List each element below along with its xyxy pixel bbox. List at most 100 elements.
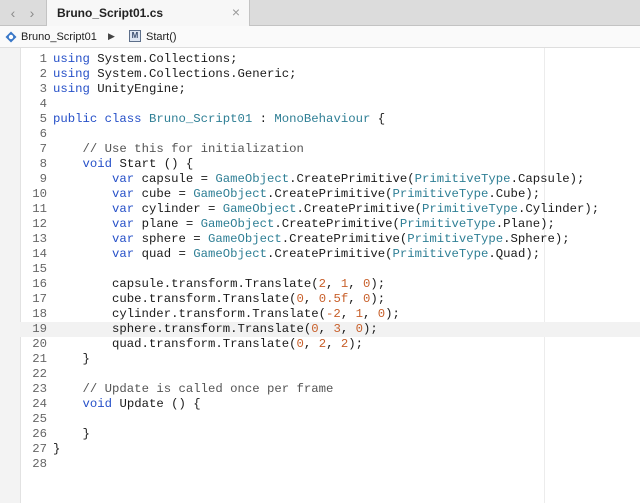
code-line[interactable]: 23 // Update is called once per frame: [0, 382, 599, 397]
line-number: 8: [39, 157, 47, 171]
code-token: ,: [326, 337, 341, 351]
code-line[interactable]: 17 cube.transform.Translate(0, 0.5f, 0);: [0, 292, 599, 307]
tab-title: Bruno_Script01.cs: [57, 6, 164, 20]
code-line[interactable]: 7 // Use this for initialization: [0, 142, 599, 157]
line-number: 4: [39, 97, 47, 111]
line-number: 16: [32, 277, 47, 291]
csharp-file-icon: [5, 31, 17, 43]
code-token: capsule =: [134, 172, 216, 186]
code-line[interactable]: 10 var cube = GameObject.CreatePrimitive…: [0, 187, 599, 202]
line-number: 17: [32, 292, 47, 306]
code-token: }: [53, 427, 90, 441]
close-icon[interactable]: ×: [232, 4, 240, 20]
code-token: cube.transform.Translate(: [53, 292, 297, 306]
code-line[interactable]: 19 sphere.transform.Translate(0, 3, 0);: [0, 322, 640, 337]
code-token: cylinder =: [134, 202, 223, 216]
code-line[interactable]: 5 public class Bruno_Script01 : MonoBehav…: [0, 112, 599, 127]
code-token: var: [112, 232, 135, 246]
code-line[interactable]: 3 using UnityEngine;: [0, 82, 599, 97]
breadcrumb-method[interactable]: Start(): [146, 31, 177, 43]
line-number: 26: [32, 427, 47, 441]
code-lines[interactable]: 1 using System.Collections; 2 using System.…: [0, 52, 640, 472]
code-line[interactable]: 1 using System.Collections;: [0, 52, 599, 67]
code-token: .CreatePrimitive(: [281, 232, 408, 246]
code-token: 2: [318, 337, 327, 351]
code-line[interactable]: 16 capsule.transform.Translate(2, 1, 0);: [0, 277, 599, 292]
code-token: MonoBehaviour: [274, 112, 371, 126]
line-number: 11: [32, 202, 47, 216]
breadcrumb-separator-icon: ▶: [108, 31, 115, 41]
code-token: );: [348, 337, 363, 351]
code-line[interactable]: 15: [0, 262, 599, 277]
line-number: 24: [32, 397, 47, 411]
code-line[interactable]: 2 using System.Collections.Generic;: [0, 67, 599, 82]
line-number: 18: [32, 307, 47, 321]
line-number: 28: [32, 457, 47, 471]
code-token: ,: [348, 292, 363, 306]
code-token: .CreatePrimitive(: [289, 172, 415, 186]
code-token: System.Collections.Generic;: [89, 67, 297, 81]
code-line[interactable]: 8 void Start () {: [0, 157, 599, 172]
code-line[interactable]: 6: [0, 127, 599, 142]
code-line[interactable]: 21 }: [0, 352, 599, 367]
line-number: 25: [32, 412, 47, 426]
code-token: Start () {: [112, 157, 194, 171]
code-token: GameObject: [207, 232, 282, 246]
forward-arrow-icon[interactable]: ›: [21, 0, 43, 26]
code-token: // Update is called once per frame: [82, 382, 334, 396]
code-line[interactable]: 18 cylinder.transform.Translate(-2, 1, 0…: [0, 307, 599, 322]
code-line[interactable]: 4: [0, 97, 599, 112]
line-number: 6: [39, 127, 47, 141]
code-token: ,: [318, 322, 334, 336]
code-token: 0.5f: [318, 292, 349, 306]
code-token: .CreatePrimitive(: [274, 217, 400, 231]
line-number: 3: [39, 82, 47, 96]
tab-bruno-script01[interactable]: Bruno_Script01.cs ×: [46, 0, 250, 26]
code-line[interactable]: 24 void Update () {: [0, 397, 599, 412]
code-token: sphere =: [134, 232, 208, 246]
code-line[interactable]: 28: [0, 457, 599, 472]
code-token: quad.transform.Translate(: [53, 337, 297, 351]
code-line[interactable]: 14 var quad = GameObject.CreatePrimitive…: [0, 247, 599, 262]
breadcrumb-file[interactable]: Bruno_Script01: [21, 31, 97, 43]
code-token: {: [370, 112, 386, 126]
code-token: 0: [311, 322, 319, 336]
code-token: }: [53, 442, 61, 456]
code-line[interactable]: 26 }: [0, 427, 599, 442]
method-icon: M: [129, 30, 141, 42]
code-line[interactable]: 27}: [0, 442, 599, 457]
code-token: // Use this for initialization: [82, 142, 304, 156]
code-token: .Plane);: [495, 217, 555, 231]
code-line[interactable]: 13 var sphere = GameObject.CreatePrimiti…: [0, 232, 599, 247]
code-token: GameObject: [222, 202, 297, 216]
code-token: Update () {: [112, 397, 201, 411]
code-token: PrimitiveType: [392, 187, 489, 201]
code-token: var: [112, 187, 135, 201]
line-number: 19: [32, 322, 47, 336]
code-token: :: [252, 112, 275, 126]
code-token: .Cylinder);: [517, 202, 600, 216]
code-token: GameObject: [215, 172, 290, 186]
code-editor[interactable]: 1 using System.Collections; 2 using System.…: [0, 48, 640, 503]
line-number: 7: [39, 142, 47, 156]
code-token: ,: [303, 337, 319, 351]
code-line[interactable]: 22: [0, 367, 599, 382]
code-line[interactable]: 9 var capsule = GameObject.CreatePrimiti…: [0, 172, 599, 187]
code-token: PrimitiveType: [422, 202, 518, 216]
code-line[interactable]: 12 var plane = GameObject.CreatePrimitiv…: [0, 217, 599, 232]
code-token: public class: [53, 112, 142, 126]
code-line[interactable]: 25: [0, 412, 599, 427]
code-token: quad =: [134, 247, 194, 261]
code-token: UnityEngine;: [89, 82, 186, 96]
code-line[interactable]: 11 var cylinder = GameObject.CreatePrimi…: [0, 202, 599, 217]
code-line[interactable]: 20 quad.transform.Translate(0, 2, 2);: [0, 337, 599, 352]
code-token: .Capsule);: [510, 172, 585, 186]
code-token: ,: [340, 307, 356, 321]
code-token: ,: [362, 307, 378, 321]
